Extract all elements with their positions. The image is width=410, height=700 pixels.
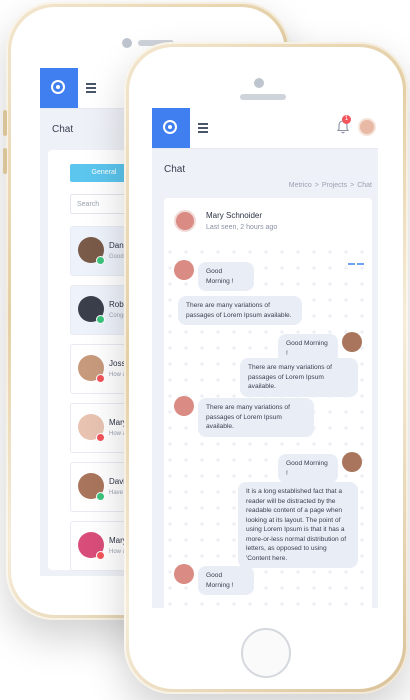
page-title: Chat xyxy=(52,124,74,135)
avatar xyxy=(174,396,194,416)
message-bubble: There are many variations of passages of… xyxy=(198,398,314,437)
status-dot xyxy=(96,492,105,501)
front-screen: 1 Chat Metrico > Projects > Chat Mary Schnoi… xyxy=(152,108,378,608)
breadcrumb: Metrico > Projects > Chat xyxy=(289,182,372,189)
status-dot xyxy=(96,551,105,560)
breadcrumb-separator: > xyxy=(350,182,355,189)
status-dot xyxy=(96,433,105,442)
message-bubble: Good Morning ! xyxy=(278,454,338,483)
avatar xyxy=(174,260,194,280)
message-bubble: Good Morning ! xyxy=(198,566,254,595)
menu-icon[interactable] xyxy=(86,83,96,95)
chat-panel: Mary Schnoider Last seen, 2 hours ago Go… xyxy=(164,198,372,608)
message-bubble: There are many variations of passages of… xyxy=(240,358,358,397)
app-logo[interactable] xyxy=(152,108,190,148)
avatar xyxy=(342,452,362,472)
contact-name: Mary Schnoider xyxy=(206,211,263,220)
volume-button xyxy=(3,148,7,174)
avatar[interactable] xyxy=(358,118,376,136)
avatar xyxy=(174,564,194,584)
home-button[interactable] xyxy=(241,628,291,678)
topbar: 1 xyxy=(152,108,378,149)
page-title: Chat xyxy=(164,164,186,175)
volume-button xyxy=(3,110,7,136)
message-bubble: Good Morning ! xyxy=(198,262,254,291)
contact-avatar xyxy=(174,210,196,232)
front-phone: 1 Chat Metrico > Projects > Chat Mary Schnoi… xyxy=(124,42,408,694)
avatar xyxy=(342,332,362,352)
app-logo[interactable] xyxy=(40,68,78,108)
breadcrumb-item[interactable]: Metrico xyxy=(289,182,312,189)
camera xyxy=(122,38,132,48)
notification-badge: 1 xyxy=(342,115,351,124)
typing-indicator xyxy=(348,252,366,265)
message-bubble: There are many variations of passages of… xyxy=(178,296,302,325)
breadcrumb-separator: > xyxy=(314,182,319,189)
message-bubble: It is a long established fact that a rea… xyxy=(238,482,358,568)
breadcrumb-item: Chat xyxy=(357,182,372,189)
camera xyxy=(254,78,264,88)
chat-header: Mary Schnoider Last seen, 2 hours ago xyxy=(164,198,372,244)
speaker xyxy=(240,94,286,100)
status-dot xyxy=(96,374,105,383)
breadcrumb-item[interactable]: Projects xyxy=(322,182,347,189)
last-seen: Last seen, 2 hours ago xyxy=(206,224,278,231)
status-dot xyxy=(96,315,105,324)
menu-icon[interactable] xyxy=(198,123,208,135)
status-dot xyxy=(96,256,105,265)
